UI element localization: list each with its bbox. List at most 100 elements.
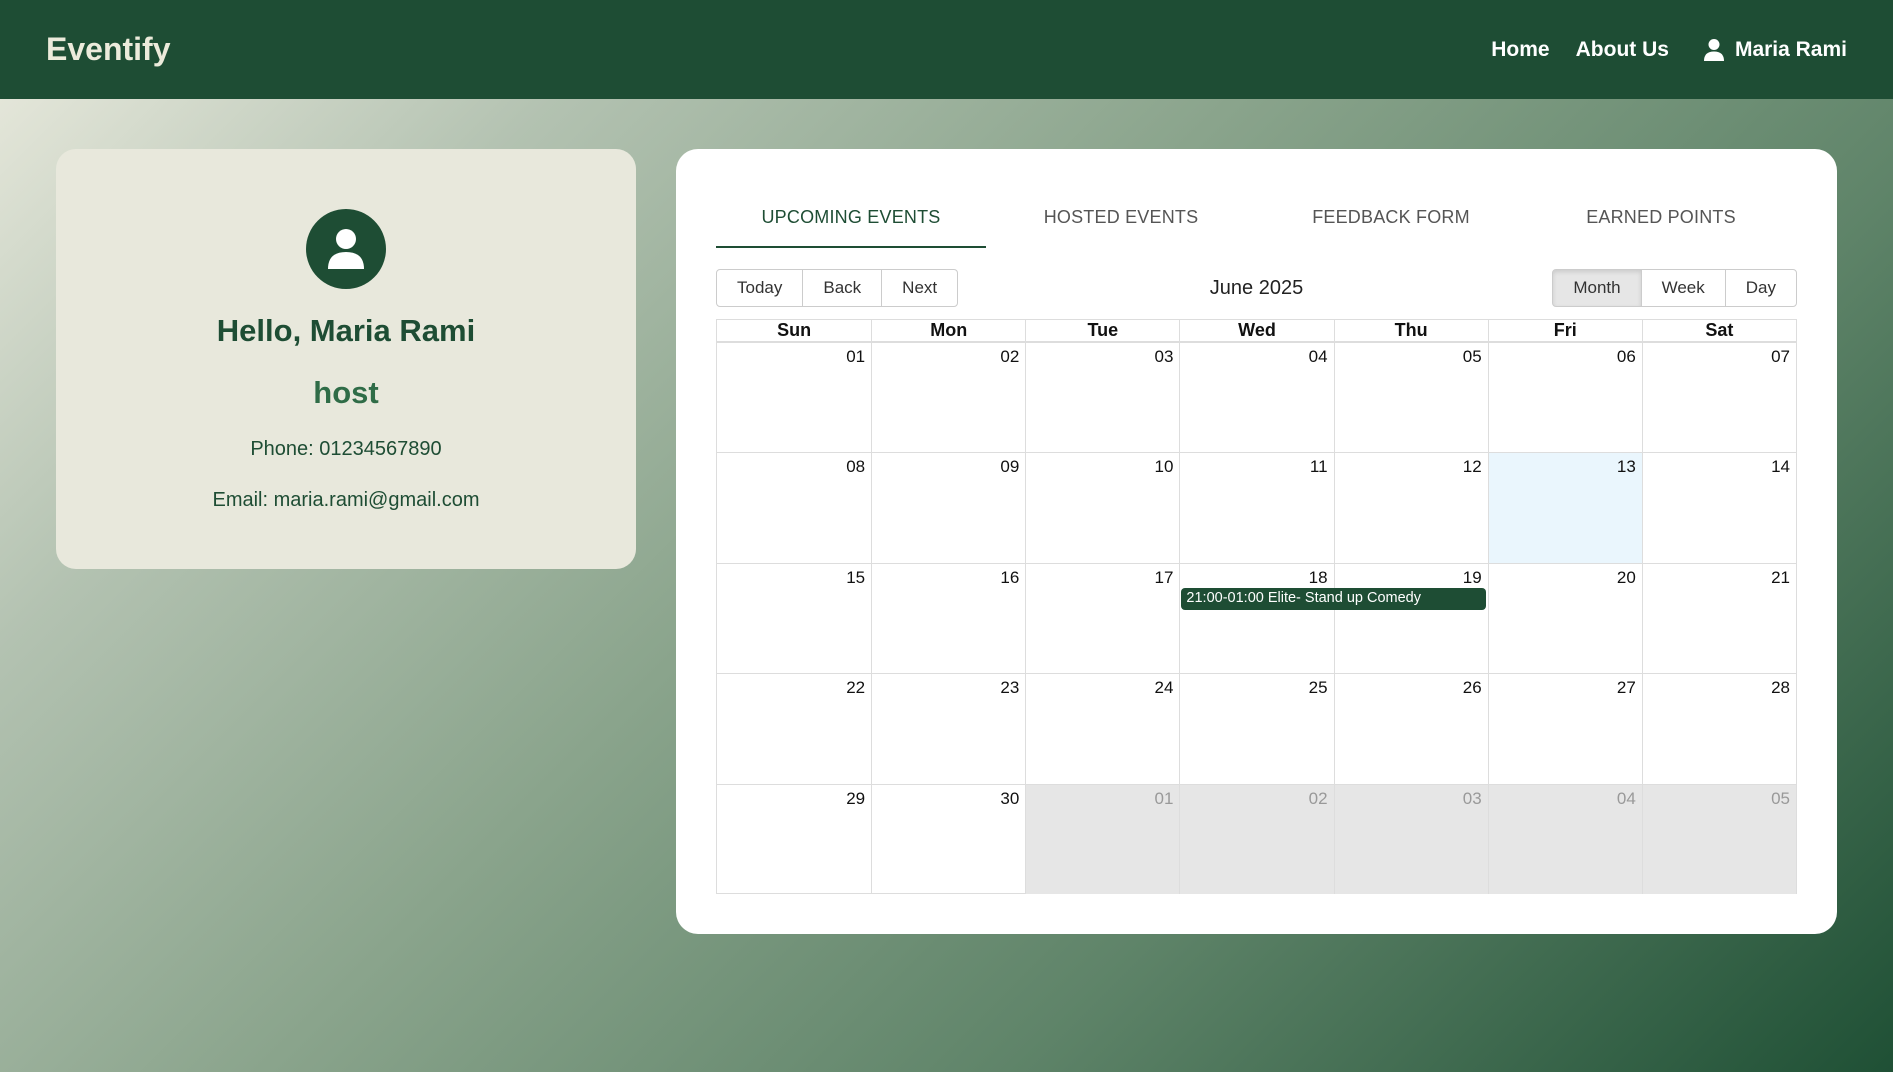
day-cell[interactable]: 20 [1487, 563, 1642, 674]
day-number[interactable]: 27 [1617, 678, 1636, 698]
day-cell[interactable]: 01 [717, 343, 871, 452]
weekday-header: Mon [871, 320, 1025, 341]
day-number[interactable]: 13 [1617, 457, 1636, 477]
today-button[interactable]: Today [716, 269, 804, 307]
day-number[interactable]: 03 [1155, 347, 1174, 367]
day-cell[interactable]: 19 [1333, 563, 1488, 674]
day-number[interactable]: 08 [846, 457, 865, 477]
day-cell[interactable]: 13 [1487, 453, 1642, 563]
day-number[interactable]: 01 [1155, 789, 1174, 809]
day-number[interactable]: 15 [846, 568, 865, 588]
day-cell[interactable]: 15 [717, 564, 871, 673]
day-cell[interactable]: 02 [1179, 784, 1334, 894]
day-number[interactable]: 05 [1771, 789, 1790, 809]
day-number[interactable]: 23 [1000, 678, 1019, 698]
day-number[interactable]: 02 [1000, 347, 1019, 367]
profile-role: host [313, 375, 379, 410]
week-row: 08 09 10 11 12 13 14 [717, 452, 1796, 563]
week-view-button[interactable]: Week [1640, 269, 1726, 307]
month-grid: Sun Mon Tue Wed Thu Fri Sat 01 02 03 04 05 06 07 08 09… [716, 319, 1797, 894]
day-cell[interactable]: 16 [871, 563, 1025, 674]
day-cell[interactable]: 17 [1025, 563, 1179, 674]
day-number[interactable]: 17 [1155, 568, 1174, 588]
day-view-button[interactable]: Day [1724, 269, 1797, 307]
day-cell[interactable]: 28 [1641, 674, 1796, 784]
day-cell[interactable]: 14 [1641, 453, 1796, 563]
nav-user-menu[interactable]: Maria Rami [1703, 38, 1847, 62]
nav-home-link[interactable]: Home [1491, 38, 1549, 62]
tab-feedback-form[interactable]: FEEDBACK FORM [1256, 189, 1526, 248]
day-cell[interactable]: 05 [1641, 784, 1796, 894]
day-number[interactable]: 01 [846, 347, 865, 367]
day-number[interactable]: 06 [1617, 347, 1636, 367]
day-cell[interactable]: 07 [1641, 343, 1796, 453]
day-cell[interactable]: 11 [1179, 453, 1333, 563]
day-number[interactable]: 21 [1771, 568, 1790, 588]
weekday-header: Thu [1333, 320, 1488, 341]
day-cell[interactable]: 18 [1179, 563, 1333, 674]
tab-earned-points[interactable]: EARNED POINTS [1526, 189, 1796, 248]
day-number[interactable]: 22 [846, 678, 865, 698]
user-icon [1703, 38, 1724, 61]
day-cell[interactable]: 25 [1179, 674, 1333, 784]
day-cell[interactable]: 21 [1641, 563, 1796, 674]
day-cell[interactable]: 27 [1487, 674, 1642, 784]
week-row: 15 16 17 18 19 20 21 21:00-01:00 Elite- Stand u… [717, 562, 1796, 674]
day-number[interactable]: 26 [1463, 678, 1482, 698]
next-button[interactable]: Next [881, 269, 959, 307]
navbar: Eventify Home About Us Maria Rami [0, 0, 1893, 99]
day-number[interactable]: 07 [1771, 347, 1790, 367]
day-cell[interactable]: 12 [1333, 453, 1488, 563]
day-number[interactable]: 03 [1463, 789, 1482, 809]
day-cell[interactable]: 22 [717, 674, 871, 783]
day-cell[interactable]: 06 [1487, 343, 1642, 453]
day-cell[interactable]: 30 [871, 784, 1025, 894]
weekday-header: Sat [1641, 320, 1796, 341]
day-cell[interactable]: 09 [871, 453, 1025, 563]
day-cell[interactable]: 04 [1179, 343, 1333, 453]
day-number[interactable]: 16 [1000, 568, 1019, 588]
day-cell[interactable]: 10 [1025, 453, 1179, 563]
day-number[interactable]: 18 [1309, 568, 1328, 588]
day-number[interactable]: 19 [1463, 568, 1482, 588]
day-cell[interactable]: 01 [1025, 784, 1180, 894]
weekday-header: Fri [1487, 320, 1642, 341]
day-number[interactable]: 10 [1155, 457, 1174, 477]
day-number[interactable]: 24 [1155, 678, 1174, 698]
day-number[interactable]: 28 [1771, 678, 1790, 698]
day-number[interactable]: 04 [1309, 347, 1328, 367]
day-number[interactable]: 09 [1000, 457, 1019, 477]
month-view-button[interactable]: Month [1552, 269, 1642, 307]
day-cell[interactable]: 05 [1333, 343, 1488, 453]
day-number[interactable]: 04 [1617, 789, 1636, 809]
weekday-header: Wed [1179, 320, 1333, 341]
day-number[interactable]: 05 [1463, 347, 1482, 367]
nav-about-link[interactable]: About Us [1576, 38, 1669, 62]
day-number[interactable]: 02 [1309, 789, 1328, 809]
nav-user-name: Maria Rami [1734, 37, 1847, 61]
day-cell[interactable]: 03 [1025, 343, 1179, 453]
event-item[interactable]: 21:00-01:00 Elite- Stand up Comedy [1181, 587, 1486, 610]
brand-logo[interactable]: Eventify [46, 31, 170, 68]
day-number[interactable]: 30 [1000, 789, 1019, 809]
day-cell[interactable]: 03 [1333, 784, 1488, 894]
day-number[interactable]: 25 [1309, 678, 1328, 698]
day-number[interactable]: 14 [1771, 457, 1790, 477]
tab-bar: UPCOMING EVENTS HOSTED EVENTS FEEDBACK F… [716, 189, 1797, 248]
back-button[interactable]: Back [802, 269, 883, 307]
day-cell[interactable]: 02 [871, 343, 1025, 453]
tab-hosted-events[interactable]: HOSTED EVENTS [986, 189, 1256, 248]
day-cell[interactable]: 24 [1025, 674, 1179, 784]
day-cell[interactable]: 04 [1487, 784, 1642, 894]
day-number[interactable]: 29 [846, 789, 865, 809]
week-row: 01 02 03 04 05 06 07 [717, 342, 1796, 453]
day-cell[interactable]: 29 [717, 785, 871, 894]
day-number[interactable]: 11 [1310, 457, 1328, 477]
tab-upcoming-events[interactable]: UPCOMING EVENTS [716, 189, 986, 248]
day-cell[interactable]: 08 [717, 453, 871, 562]
day-cell[interactable]: 26 [1333, 674, 1488, 784]
day-cell[interactable]: 23 [871, 674, 1025, 784]
week-row: 22 23 24 25 26 27 28 [717, 673, 1796, 784]
day-number[interactable]: 20 [1617, 568, 1636, 588]
day-number[interactable]: 12 [1463, 457, 1482, 477]
